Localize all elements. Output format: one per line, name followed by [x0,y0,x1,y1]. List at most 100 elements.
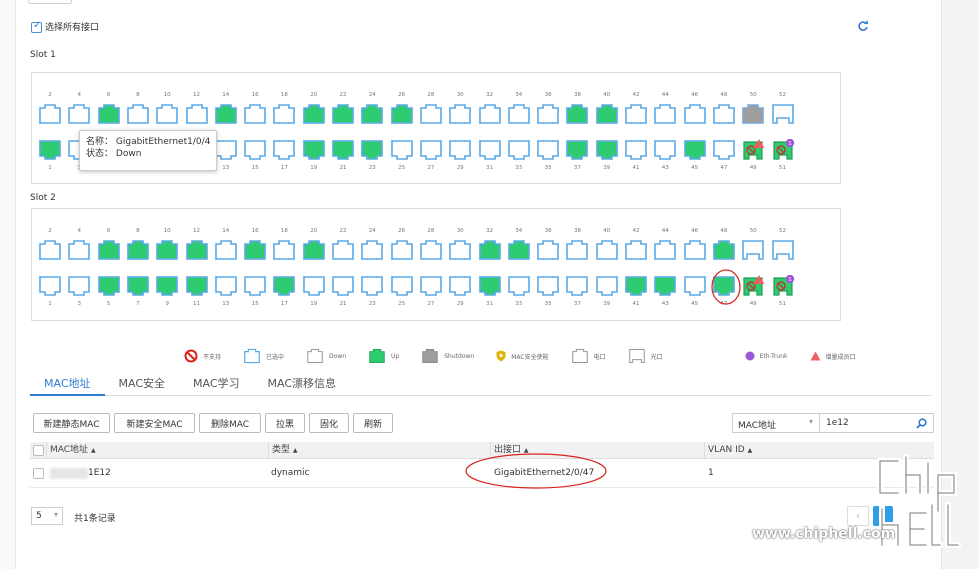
port-6-icon[interactable] [97,103,121,125]
port-36-icon[interactable] [536,103,560,125]
port-9-icon[interactable] [155,275,179,297]
port-24-icon[interactable] [360,103,384,125]
port-16-icon[interactable] [243,103,267,125]
port-52-icon[interactable] [771,103,795,125]
port-45-icon[interactable] [683,139,707,161]
port-44-icon[interactable] [653,239,677,261]
port-7-icon[interactable] [126,275,150,297]
port-42-icon[interactable] [624,103,648,125]
row-checkbox[interactable] [33,468,44,479]
port-27-icon[interactable] [419,275,443,297]
port-4-icon[interactable] [67,239,91,261]
search-input[interactable]: 1e12 [820,413,934,433]
port-35-icon[interactable] [536,139,560,161]
port-29-icon[interactable] [448,139,472,161]
port-31-icon[interactable] [478,275,502,297]
port-39-icon[interactable] [595,139,619,161]
port-30-icon[interactable] [448,239,472,261]
port-2-icon[interactable] [38,239,62,261]
port-14-icon[interactable] [214,103,238,125]
port-18-icon[interactable] [272,103,296,125]
port-38-icon[interactable] [565,239,589,261]
refresh-icon[interactable] [857,20,869,32]
port-6-icon[interactable] [97,239,121,261]
solidify-button[interactable]: 固化 [309,413,349,433]
port-34-icon[interactable] [507,239,531,261]
port-22-icon[interactable] [331,103,355,125]
port-19-icon[interactable] [302,275,326,297]
port-26-icon[interactable] [390,239,414,261]
port-43-icon[interactable] [653,275,677,297]
port-11-icon[interactable] [185,275,209,297]
port-49-icon[interactable] [741,139,765,161]
port-20-icon[interactable] [302,239,326,261]
port-43-icon[interactable] [653,139,677,161]
new-static-mac-button[interactable]: 新建静态MAC [33,413,110,433]
port-1-icon[interactable] [38,275,62,297]
blacklist-button[interactable]: 拉黑 [265,413,305,433]
port-36-icon[interactable] [536,239,560,261]
port-8-icon[interactable] [126,103,150,125]
port-46-icon[interactable] [683,103,707,125]
port-47-icon[interactable] [712,139,736,161]
select-all-checkbox[interactable] [31,20,42,33]
column-mac-header[interactable]: MAC地址 ▲ [46,442,268,459]
port-28-icon[interactable] [419,103,443,125]
port-3-icon[interactable] [67,275,91,297]
port-17-icon[interactable] [272,275,296,297]
port-21-icon[interactable] [331,275,355,297]
top-partial-button[interactable] [28,0,72,4]
port-33-icon[interactable] [507,275,531,297]
port-50-icon[interactable] [741,239,765,261]
port-5-icon[interactable] [97,275,121,297]
port-52-icon[interactable] [771,239,795,261]
port-17-icon[interactable] [272,139,296,161]
port-44-icon[interactable] [653,103,677,125]
port-39-icon[interactable] [595,275,619,297]
tab-mac-address[interactable]: MAC地址 [30,376,105,396]
port-45-icon[interactable] [683,275,707,297]
port-27-icon[interactable] [419,139,443,161]
port-8-icon[interactable] [126,239,150,261]
delete-mac-button[interactable]: 删除MAC [199,413,261,433]
port-12-icon[interactable] [185,239,209,261]
port-40-icon[interactable] [595,239,619,261]
refresh-button[interactable]: 刷新 [353,413,393,433]
port-41-icon[interactable] [624,139,648,161]
port-48-icon[interactable] [712,103,736,125]
port-48-icon[interactable] [712,239,736,261]
port-15-icon[interactable] [243,139,267,161]
tab-mac-security[interactable]: MAC安全 [105,376,180,396]
port-13-icon[interactable] [214,275,238,297]
port-46-icon[interactable] [683,239,707,261]
column-type-header[interactable]: 类型 ▲ [268,442,490,459]
port-37-icon[interactable] [565,275,589,297]
port-32-icon[interactable] [478,103,502,125]
port-4-icon[interactable] [67,103,91,125]
port-20-icon[interactable] [302,103,326,125]
port-10-icon[interactable] [155,103,179,125]
port-16-icon[interactable] [243,239,267,261]
port-23-icon[interactable] [360,275,384,297]
port-19-icon[interactable] [302,139,326,161]
port-13-icon[interactable] [214,139,238,161]
port-33-icon[interactable] [507,139,531,161]
port-29-icon[interactable] [448,275,472,297]
port-28-icon[interactable] [419,239,443,261]
port-37-icon[interactable] [565,139,589,161]
port-35-icon[interactable] [536,275,560,297]
port-32-icon[interactable] [478,239,502,261]
port-40-icon[interactable] [595,103,619,125]
port-51-icon[interactable]: 1 [771,138,795,161]
port-22-icon[interactable] [331,239,355,261]
port-38-icon[interactable] [565,103,589,125]
filter-select[interactable]: MAC地址 ▾ [732,413,820,433]
page-size-select[interactable]: 5 ▾ [31,507,63,525]
port-25-icon[interactable] [390,139,414,161]
port-41-icon[interactable] [624,275,648,297]
port-50-icon[interactable] [741,103,765,125]
tab-mac-flapping[interactable]: MAC漂移信息 [254,376,351,396]
prev-page-button[interactable]: ‹ [847,506,869,526]
search-icon[interactable] [916,418,927,429]
port-10-icon[interactable] [155,239,179,261]
